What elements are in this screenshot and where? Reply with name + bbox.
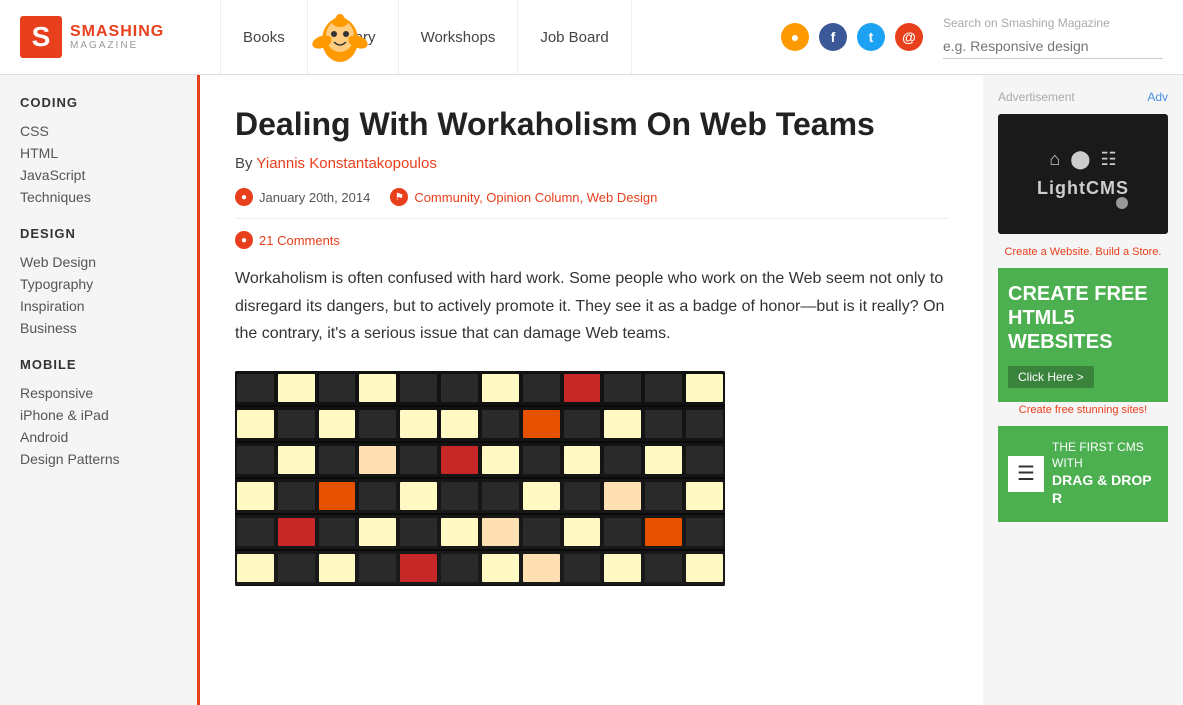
nav-library[interactable]: Library [307, 0, 399, 74]
ad3-prefix: THE FIRST CMS WITH [1052, 440, 1144, 470]
advertisement-label: Advertisement [998, 90, 1075, 104]
search-input[interactable] [943, 34, 1163, 59]
social-icons: ● f t @ [781, 23, 923, 51]
article-title: Dealing With Workaholism On Web Teams [235, 105, 948, 143]
search-area: Search on Smashing Magazine [943, 16, 1163, 59]
logo-area[interactable]: S SMASHING MAGAZINE [20, 16, 220, 58]
toggle-icon: ⬤ [1070, 149, 1090, 170]
sidebar-link-html[interactable]: HTML [20, 142, 182, 164]
sidebar-link-business[interactable]: Business [20, 317, 182, 339]
left-sidebar: CODING CSS HTML JavaScript Techniques DE… [0, 75, 200, 705]
article-intro: Workaholism is often confused with hard … [235, 265, 948, 347]
article-image [235, 371, 725, 586]
search-input-wrap [943, 34, 1163, 59]
nav-jobboard[interactable]: Job Board [517, 0, 631, 74]
article-tags[interactable]: Community, Opinion Column, Web Design [414, 190, 657, 205]
comments-row: ● 21 Comments [235, 231, 948, 249]
main-content: Dealing With Workaholism On Web Teams By… [200, 75, 983, 705]
author-name[interactable]: Yiannis Konstantakopoulos [256, 155, 436, 172]
author-prefix: By [235, 155, 253, 172]
barcode-icon: ☰ [1008, 456, 1044, 492]
cursor-indicator [1116, 197, 1128, 209]
sidebar-category-mobile: MOBILE [20, 357, 182, 372]
twitter-icon[interactable]: t [857, 23, 885, 51]
advertisement-short[interactable]: Adv [1147, 90, 1168, 104]
sidebar-link-iphone-ipad[interactable]: iPhone & iPad [20, 404, 182, 426]
sidebar-link-inspiration[interactable]: Inspiration [20, 295, 182, 317]
right-sidebar: Advertisement Adv ⌂ ⬤ ☷ LightCMS Create … [983, 75, 1183, 705]
meta-comments: ● 21 Comments [235, 231, 948, 249]
layout: CODING CSS HTML JavaScript Techniques DE… [0, 75, 1183, 705]
rss-icon[interactable]: ● [781, 23, 809, 51]
logo-icon: S [20, 16, 62, 58]
ad3-title: DRAG & DROP R [1052, 471, 1158, 507]
home-icon: ⌂ [1049, 149, 1060, 170]
header: S SMASHING MAGAZINE Books Library Worksh… [0, 0, 1183, 75]
ad2-button[interactable]: Click Here > [1008, 366, 1094, 388]
email-icon[interactable]: @ [895, 23, 923, 51]
meta-tags: ⚑ Community, Opinion Column, Web Design [390, 188, 657, 206]
comment-icon: ● [235, 231, 253, 249]
nav-workshops[interactable]: Workshops [398, 0, 519, 74]
sidebar-link-techniques[interactable]: Techniques [20, 186, 182, 208]
ad-drag-drop-cms[interactable]: ☰ THE FIRST CMS WITH DRAG & DROP R [998, 426, 1168, 522]
article-author: By Yiannis Konstantakopoulos [235, 155, 948, 172]
nav-books[interactable]: Books [220, 0, 308, 74]
ad-lightcms[interactable]: ⌂ ⬤ ☷ LightCMS [998, 114, 1168, 234]
tag-icon: ⚑ [390, 188, 408, 206]
main-nav: Books Library Workshops Job Board [220, 0, 761, 74]
building-illustration [235, 371, 725, 586]
ad2-link[interactable]: Create free stunning sites! [998, 404, 1168, 416]
sidebar-link-android[interactable]: Android [20, 426, 182, 448]
ad-label: Advertisement Adv [998, 90, 1168, 104]
clock-icon: ● [235, 188, 253, 206]
brand-name: SMASHING [70, 23, 164, 41]
cart-icon: ☷ [1100, 149, 1116, 170]
meta-date: ● January 20th, 2014 [235, 188, 370, 206]
article-date: January 20th, 2014 [259, 190, 370, 205]
sidebar-category-coding: CODING [20, 95, 182, 110]
logo-text: SMASHING MAGAZINE [70, 23, 164, 52]
cms-name: LightCMS [1037, 178, 1129, 199]
sidebar-category-design: DESIGN [20, 226, 182, 241]
cms-icons: ⌂ ⬤ ☷ [1049, 149, 1116, 170]
sidebar-link-responsive[interactable]: Responsive [20, 382, 182, 404]
ad2-title: CREATE FREE HTML5 WEBSITES [1008, 282, 1158, 354]
brand-sub: MAGAZINE [70, 40, 164, 51]
facebook-icon[interactable]: f [819, 23, 847, 51]
sidebar-link-design-patterns[interactable]: Design Patterns [20, 448, 182, 470]
sidebar-link-css[interactable]: CSS [20, 120, 182, 142]
search-label: Search on Smashing Magazine [943, 16, 1163, 30]
comments-count[interactable]: 21 Comments [259, 233, 340, 248]
ad1-link[interactable]: Create a Website. Build a Store. [998, 246, 1168, 258]
sidebar-link-typography[interactable]: Typography [20, 273, 182, 295]
ad3-text: THE FIRST CMS WITH DRAG & DROP R [1052, 440, 1158, 508]
ad-html5-websites[interactable]: CREATE FREE HTML5 WEBSITES Click Here > [998, 268, 1168, 402]
sidebar-link-webdesign[interactable]: Web Design [20, 251, 182, 273]
article-meta: ● January 20th, 2014 ⚑ Community, Opinio… [235, 188, 948, 219]
sidebar-link-javascript[interactable]: JavaScript [20, 164, 182, 186]
